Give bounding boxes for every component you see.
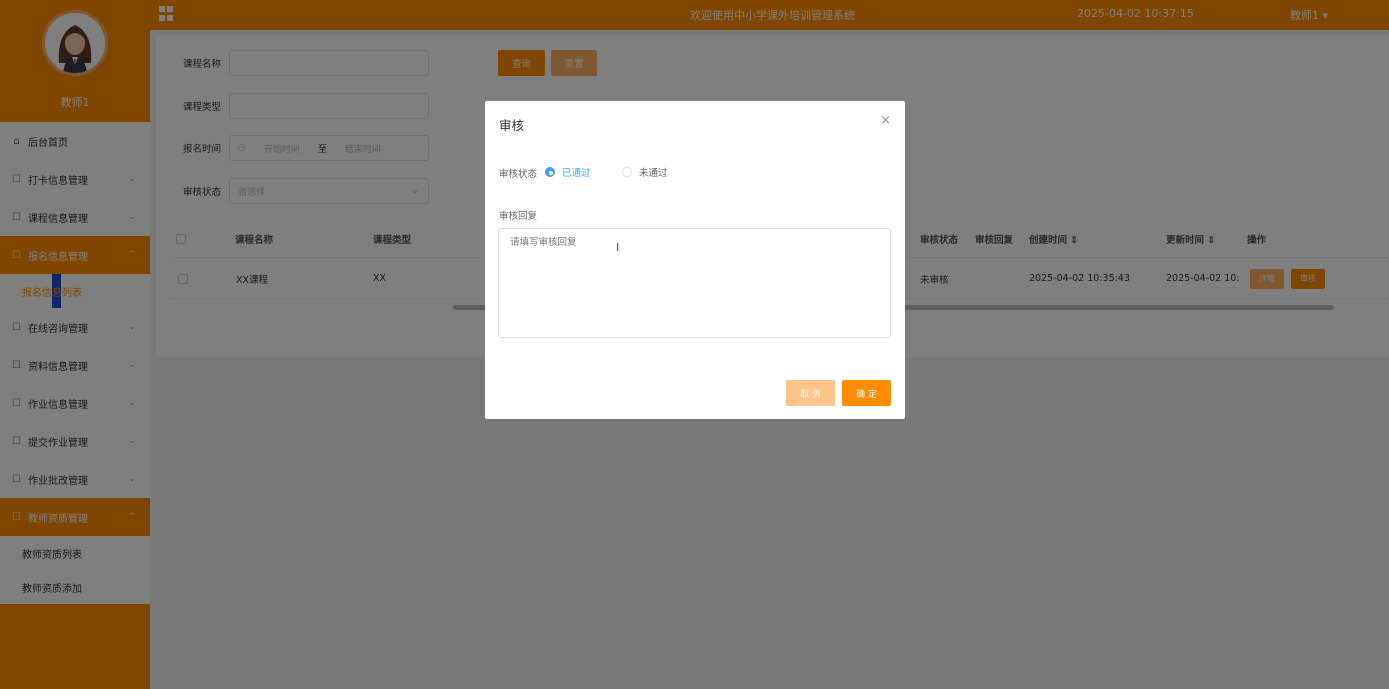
review-reply-label: 审核回复 [499,211,538,222]
radio-label: 已通过 [562,168,591,179]
close-icon[interactable]: × [880,113,891,128]
text-cursor-icon: I [616,241,620,254]
cancel-button[interactable]: 取 消 [786,380,835,406]
radio-not-passed[interactable]: 未通过 [622,165,668,179]
confirm-button[interactable]: 确 定 [842,380,891,406]
review-status-label: 审核状态 [499,169,538,180]
radio-passed[interactable]: 已通过 [545,165,591,179]
dialog-title: 审核 [499,118,525,133]
review-reply-textarea[interactable] [498,228,891,338]
radio-label: 未通过 [639,168,668,179]
radio-checked-icon [545,167,555,177]
review-dialog: 审核 × 审核状态 已通过 未通过 审核回复 I 取 消 确 定 [485,101,905,419]
radio-unchecked-icon [622,167,632,177]
